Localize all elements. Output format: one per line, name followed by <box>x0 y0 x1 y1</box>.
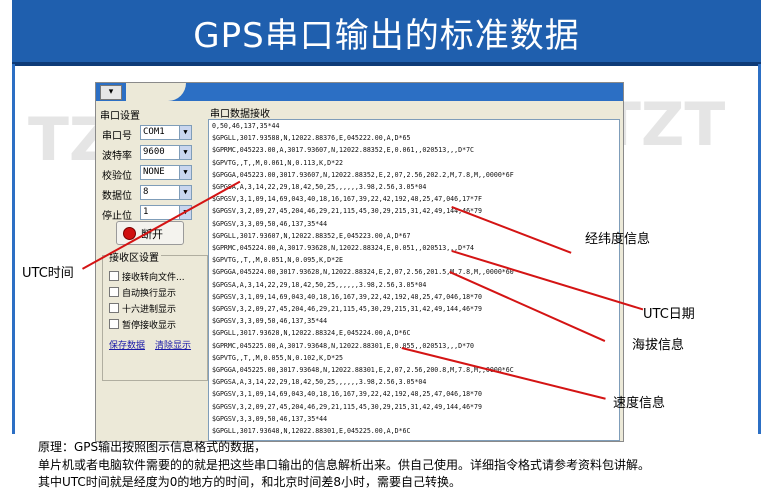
receive-line: $GPGSV,3,2,09,27,45,204,46,29,21,115,45,… <box>212 305 482 313</box>
note-line-1: 原理：GPS输出按照图示信息格式的数据， <box>38 440 267 454</box>
receive-line: $GPGSA,A,3,14,22,29,18,42,50,25,,,,,,3.9… <box>212 183 427 191</box>
port-select[interactable]: COM1 ▼ <box>140 125 192 140</box>
recv-settings-group: 接收区设置 接收转向文件... 自动换行显示 十六进制显示 暂停接收显示 保存数… <box>102 249 208 381</box>
receive-line: $GPGSV,3,2,09,27,45,204,46,29,21,115,45,… <box>212 402 482 411</box>
receive-line: $GPGGA,045224.00,3017.93628,N,12022.8832… <box>212 268 514 277</box>
port-label: 串口号 <box>102 131 132 142</box>
toolbar-decoration <box>126 83 186 101</box>
data-bits-label: 数据位 <box>102 191 132 202</box>
settings-title: 串口设置 <box>100 111 140 122</box>
parity-select[interactable]: NONE ▼ <box>140 165 192 180</box>
receive-line: $GPGSV,3,2,09,27,45,204,46,29,21,115,45,… <box>212 207 482 216</box>
receive-line: $GPRMC,045224.00,A,3017.93628,N,12022.88… <box>212 244 475 252</box>
serial-tool-window: ▾ 串口设置 串口号 COM1 ▼ 波特率 9600 ▼ 校验位 NONE ▼ … <box>95 82 624 442</box>
open-port-button[interactable]: 断开 <box>116 221 184 245</box>
parity-label: 校验位 <box>102 171 132 182</box>
receive-line: $GPRMC,045225.00,A,3017.93648,N,12022.88… <box>212 341 475 350</box>
altitude-annotation: 海拔信息 <box>632 338 685 353</box>
utc-time-annotation: UTC时间 <box>22 266 74 281</box>
checkbox-icon <box>109 303 119 313</box>
option-label: 十六进制显示 <box>122 305 177 315</box>
data-bits-value: 8 <box>143 187 149 197</box>
receive-line: $GPGLL,3017.93607,N,12022.88352,E,045223… <box>212 231 411 240</box>
receive-line: $GPGSV,3,3,09,50,46,137,35*44 <box>212 317 328 326</box>
baud-select[interactable]: 9600 ▼ <box>140 145 192 160</box>
chevron-down-icon: ▼ <box>179 126 191 139</box>
receive-line: $GPGSV,3,3,09,50,46,137,35*44 <box>212 414 328 423</box>
option-pause-display[interactable]: 暂停接收显示 <box>109 318 176 331</box>
parity-value: NONE <box>143 167 165 177</box>
receive-line: $GPGGA,045225.00,3017.93648,N,12022.8830… <box>212 366 514 374</box>
option-label: 接收转向文件... <box>122 273 185 283</box>
receive-line: $GPGSV,3,1,09,14,69,043,40,18,16,167,39,… <box>212 195 482 204</box>
stop-bits-value: 1 <box>143 207 149 217</box>
port-value: COM1 <box>143 127 165 137</box>
receive-line: $GPGSA,A,3,14,22,29,18,42,50,25,,,,,,3.9… <box>212 280 427 289</box>
settings-panel: 串口设置 串口号 COM1 ▼ 波特率 9600 ▼ 校验位 NONE ▼ 数据… <box>98 105 208 439</box>
chevron-down-icon: ▼ <box>179 166 191 179</box>
save-data-link[interactable]: 保存数据 <box>109 338 145 351</box>
receive-line: $GPRMC,045223.00,A,3017.93607,N,12022.88… <box>212 146 475 155</box>
baud-value: 9600 <box>143 147 165 157</box>
chevron-down-icon: ▼ <box>179 186 191 199</box>
stop-bits-label: 停止位 <box>102 211 132 222</box>
checkbox-icon <box>109 271 119 281</box>
toolbar-menu-icon[interactable]: ▾ <box>100 85 122 100</box>
clear-display-link[interactable]: 清除显示 <box>155 338 191 351</box>
receive-text-area[interactable]: 0,50,46,137,35*44 $GPGLL,3017.93588,N,120… <box>208 119 620 441</box>
receive-line: 0,50,46,137,35*44 <box>212 122 280 130</box>
option-label: 暂停接收显示 <box>122 321 177 331</box>
receive-line: $GPGLL,3017.93588,N,12022.88376,E,045222… <box>212 134 411 143</box>
utc-date-annotation: UTC日期 <box>643 307 695 322</box>
receive-line: $GPGSV,3,1,09,14,69,043,40,18,16,167,39,… <box>212 390 482 399</box>
baud-label: 波特率 <box>102 151 132 162</box>
checkbox-icon <box>109 287 119 297</box>
frame-left <box>12 64 15 434</box>
option-save-to-file[interactable]: 接收转向文件... <box>109 270 185 283</box>
option-label: 自动换行显示 <box>122 289 177 299</box>
receive-line: $GPVTG,,T,,M,0.055,N,0.102,K,D*25 <box>212 353 344 362</box>
note-line-3: 其中UTC时间就是经度为0的地方的时间，和北京时间差8小时，需要自己转换。 <box>38 475 462 489</box>
receive-line: $GPGGA,045223.00,3017.93607,N,12022.8835… <box>212 170 514 179</box>
receive-title: 串口数据接收 <box>210 109 270 120</box>
receive-panel: 串口数据接收 0,50,46,137,35*44 $GPGLL,3017.9358… <box>208 105 620 441</box>
receive-line: $GPGLL,3017.93648,N,12022.88301,E,045225… <box>212 427 411 435</box>
checkbox-icon <box>109 319 119 329</box>
note-line-2: 单片机或者电脑软件需要的的就是把这些串口输出的信息解析出来。供自己使用。详细指令… <box>38 458 651 472</box>
banner-title: GPS串口输出的标准数据 <box>193 16 580 56</box>
window-toolbar: ▾ <box>96 83 623 101</box>
frame-right <box>758 64 761 434</box>
latlon-annotation: 经纬度信息 <box>585 232 651 247</box>
receive-line: $GPVTG,,T,,M,0.051,N,0.095,K,D*2E <box>212 256 344 265</box>
data-bits-select[interactable]: 8 ▼ <box>140 185 192 200</box>
option-auto-wrap[interactable]: 自动换行显示 <box>109 286 176 299</box>
title-banner: GPS串口输出的标准数据 <box>12 0 761 66</box>
receive-line: $GPVTG,,T,,M,0.061,N,0.113,K,D*22 <box>212 158 344 167</box>
receive-line: $GPGSV,3,1,09,14,69,043,40,18,16,167,39,… <box>212 292 482 301</box>
receive-line: $GPGLL,3017.93628,N,12022.88324,E,045224… <box>212 329 411 338</box>
chevron-down-icon: ▼ <box>179 146 191 159</box>
receive-line: $GPGSA,A,3,14,22,29,18,42,50,25,,,,,,3.9… <box>212 378 427 387</box>
option-hex-display[interactable]: 十六进制显示 <box>109 302 176 315</box>
speed-annotation: 速度信息 <box>613 396 666 411</box>
receive-line: $GPGSV,3,3,09,50,46,137,35*44 <box>212 219 328 228</box>
